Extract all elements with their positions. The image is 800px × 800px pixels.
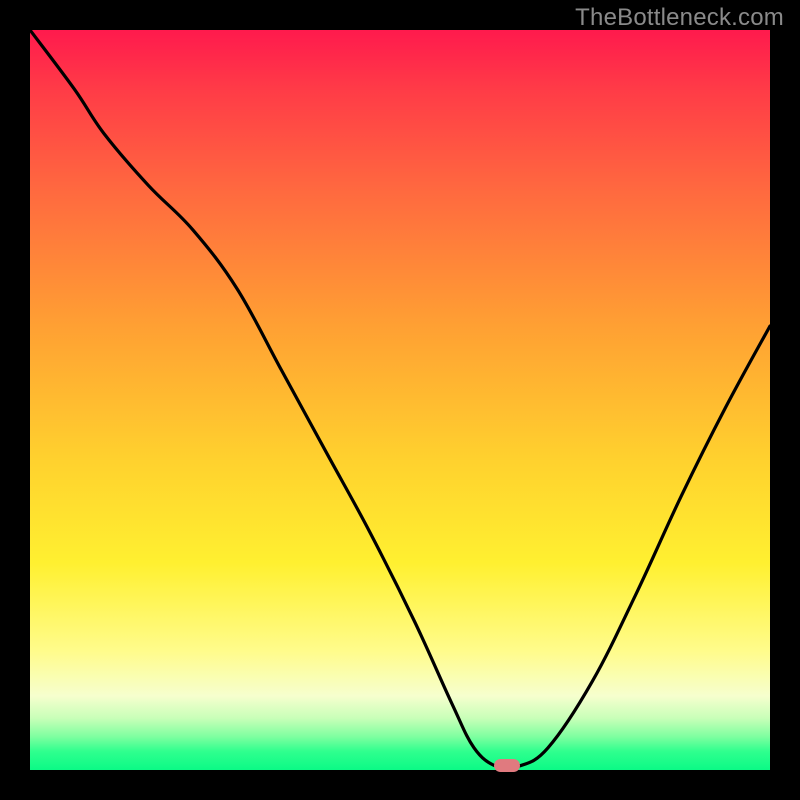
bottleneck-curve bbox=[30, 30, 770, 770]
curve-path bbox=[30, 30, 770, 769]
chart-container: TheBottleneck.com bbox=[0, 0, 800, 800]
plot-area bbox=[30, 30, 770, 770]
optimum-marker bbox=[494, 759, 520, 772]
watermark-text: TheBottleneck.com bbox=[575, 4, 784, 32]
